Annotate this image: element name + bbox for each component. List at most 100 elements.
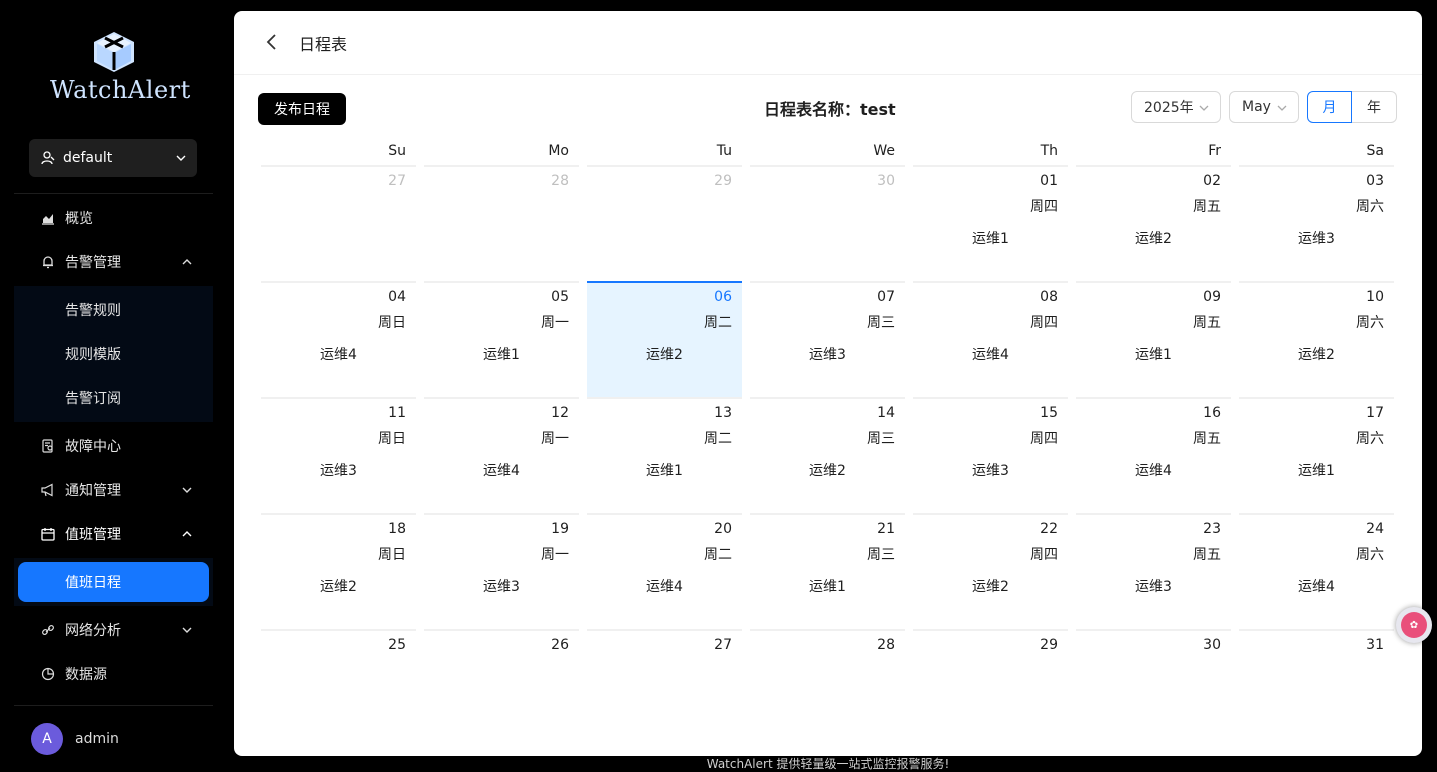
calendar-cell[interactable]: 14 周三 运维2: [750, 397, 905, 513]
day-number: 08: [1040, 289, 1058, 305]
day-number: 03: [1366, 173, 1384, 189]
nav-duty-management-label: 值班管理: [65, 527, 121, 543]
day-weekday: 周三: [867, 547, 895, 563]
calendar-cell[interactable]: 29: [587, 165, 742, 281]
calendar-cell[interactable]: 18 周日 运维2: [261, 513, 416, 629]
publish-schedule-button[interactable]: 发布日程: [258, 93, 346, 125]
nav-network-analysis[interactable]: 网络分析: [14, 610, 213, 650]
calendar-cell[interactable]: 16 周五 运维4: [1076, 397, 1231, 513]
calendar-cell[interactable]: 25: [261, 629, 416, 745]
calendar-cell[interactable]: 07 周三 运维3: [750, 281, 905, 397]
calendar-cell[interactable]: 13 周二 运维1: [587, 397, 742, 513]
day-weekday: 周一: [541, 547, 569, 563]
day-weekday: 周六: [1356, 431, 1384, 447]
nav-alert-rules[interactable]: 告警规则: [14, 290, 213, 330]
duty-person: 运维1: [972, 231, 1009, 247]
day-number: 04: [388, 289, 406, 305]
year-select[interactable]: 2025年: [1131, 91, 1221, 123]
calendar-cell[interactable]: 15 周四 运维3: [913, 397, 1068, 513]
calendar-cell[interactable]: 04 周日 运维4: [261, 281, 416, 397]
calendar-cell[interactable]: 23 周五 运维3: [1076, 513, 1231, 629]
duty-person: 运维2: [972, 579, 1009, 595]
calendar-cell[interactable]: 12 周一 运维4: [424, 397, 579, 513]
day-number: 05: [551, 289, 569, 305]
calendar-cell[interactable]: 28: [424, 165, 579, 281]
chevron-down-icon: [176, 155, 186, 161]
calendar-cell[interactable]: 02 周五 运维2: [1076, 165, 1231, 281]
link-icon: [41, 623, 55, 637]
year-view-button[interactable]: 年: [1352, 91, 1397, 123]
floating-assistant-button[interactable]: ✿: [1396, 607, 1432, 643]
nav-duty-schedule[interactable]: 值班日程: [18, 562, 209, 602]
day-number: 21: [877, 521, 895, 537]
calendar-cell[interactable]: 29: [913, 629, 1068, 745]
calendar-cell-today[interactable]: 06 周二 运维2: [587, 281, 742, 397]
day-number: 22: [1040, 521, 1058, 537]
day-weekday: 周日: [378, 431, 406, 447]
day-number: 25: [388, 637, 406, 653]
month-select[interactable]: May: [1229, 91, 1299, 123]
alert-submenu: 告警规则 规则模版 告警订阅: [14, 286, 213, 422]
calendar-cell[interactable]: 05 周一 运维1: [424, 281, 579, 397]
nav-overview[interactable]: 概览: [14, 198, 213, 238]
user-profile[interactable]: A admin: [31, 723, 119, 755]
calendar-cell[interactable]: 21 周三 运维1: [750, 513, 905, 629]
calendar-cell[interactable]: 22 周四 运维2: [913, 513, 1068, 629]
nav-network-analysis-label: 网络分析: [65, 623, 121, 639]
calendar-cell[interactable]: 27: [261, 165, 416, 281]
calendar-cell[interactable]: 03 周六 运维3: [1239, 165, 1394, 281]
cube-logo-icon: [94, 32, 134, 72]
day-weekday: 周一: [541, 431, 569, 447]
calendar-cell[interactable]: 26: [424, 629, 579, 745]
chevron-down-icon: [1277, 105, 1287, 111]
main-panel: 日程表 发布日程 日程表名称：test 2025年 May 月 年 Su Mo Tu…: [234, 11, 1422, 756]
duty-person: 运维3: [809, 347, 846, 363]
nav-fault-center[interactable]: 故障中心: [14, 426, 213, 466]
day-weekday: 周日: [378, 315, 406, 331]
calendar-cell[interactable]: 10 周六运维2: [1239, 281, 1394, 397]
weekday-header: Su Mo Tu We Th Fr Sa: [258, 143, 1398, 165]
day-weekday: 周六: [1356, 315, 1384, 331]
back-arrow-icon[interactable]: [264, 33, 280, 51]
calendar-cell[interactable]: 24 周六 运维4: [1239, 513, 1394, 629]
calendar-cell[interactable]: 20 周二 运维4: [587, 513, 742, 629]
day-number: 27: [388, 173, 406, 189]
calendar-cell[interactable]: 27: [587, 629, 742, 745]
calendar-cell[interactable]: 17 周六 运维1: [1239, 397, 1394, 513]
day-weekday: 周四: [1030, 431, 1058, 447]
nav-rule-templates[interactable]: 规则模版: [14, 334, 213, 374]
nav-datasource-label: 数据源: [65, 667, 107, 683]
day-number: 28: [551, 173, 569, 189]
duty-person: 运维2: [1298, 347, 1335, 363]
day-weekday: 周四: [1030, 315, 1058, 331]
calendar-cell[interactable]: 28: [750, 629, 905, 745]
calendar-cell[interactable]: 30: [1076, 629, 1231, 745]
day-weekday: 周六: [1356, 547, 1384, 563]
duty-person: 运维3: [320, 463, 357, 479]
nav-datasource[interactable]: 数据源: [14, 654, 213, 694]
calendar-cell[interactable]: 30: [750, 165, 905, 281]
year-select-value: 2025年: [1144, 100, 1194, 116]
calendar-cell[interactable]: 19 周一 运维3: [424, 513, 579, 629]
divider: [14, 193, 213, 194]
day-number: 10: [1366, 289, 1384, 305]
day-weekday: 周五: [1193, 199, 1221, 215]
nav-notify-management[interactable]: 通知管理: [14, 470, 213, 510]
duty-person: 运维4: [646, 579, 683, 595]
nav-alert-management[interactable]: 告警管理: [14, 242, 213, 282]
nav-duty-management[interactable]: 值班管理: [14, 514, 213, 554]
app-logo[interactable]: WatchAlert: [50, 30, 190, 110]
calendar-cell[interactable]: 09 周五 运维1: [1076, 281, 1231, 397]
nav-alert-subscriptions[interactable]: 告警订阅: [14, 378, 213, 418]
calendar-cell[interactable]: 31: [1239, 629, 1394, 745]
sidebar: WatchAlert default 概览 告警管理 告警规则 规则模版 告警订…: [0, 0, 226, 772]
calendar-cell[interactable]: 08 周四 运维4: [913, 281, 1068, 397]
area-chart-icon: [41, 211, 55, 225]
user-name: admin: [75, 731, 119, 747]
avatar: A: [31, 723, 63, 755]
nav-fault-center-label: 故障中心: [65, 439, 121, 455]
tenant-selector[interactable]: default: [29, 139, 197, 177]
calendar-cell[interactable]: 01 周四 运维1: [913, 165, 1068, 281]
calendar-cell[interactable]: 11 周日 运维3: [261, 397, 416, 513]
month-view-button[interactable]: 月: [1307, 91, 1352, 123]
